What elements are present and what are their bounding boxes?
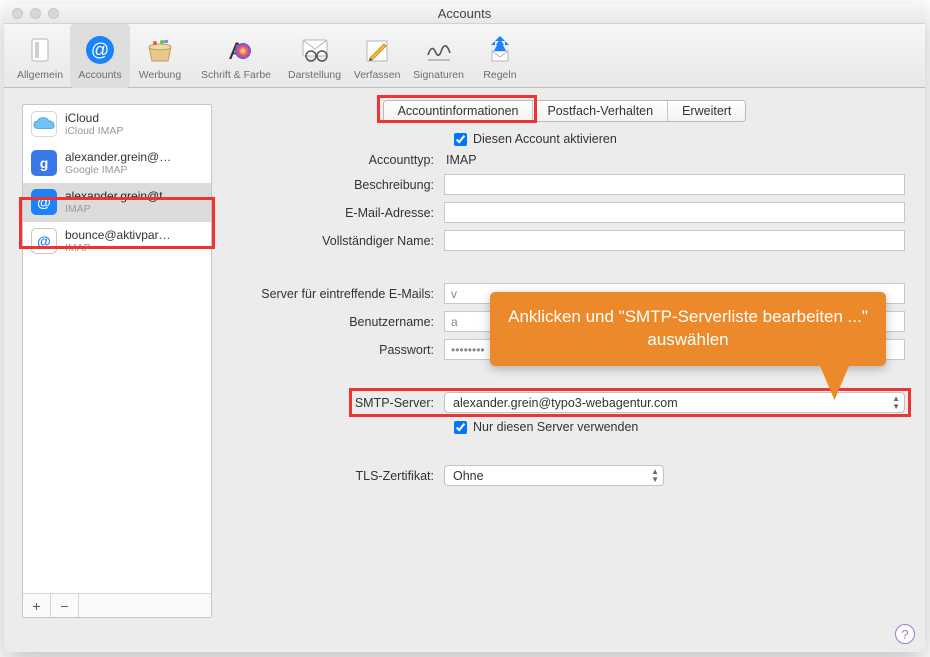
username-label: Benutzername:: [224, 315, 444, 329]
account-item-google[interactable]: g alexander.grein@…Google IMAP: [23, 144, 211, 183]
toolbar-accounts[interactable]: @ Accounts: [70, 24, 130, 88]
at-icon: @: [31, 189, 57, 215]
window-controls: [12, 8, 59, 19]
tab-postfach[interactable]: Postfach-Verhalten: [533, 101, 668, 121]
account-item-typo3[interactable]: @ alexander.grein@t…IMAP: [23, 183, 211, 222]
toolbar-label: Werbung: [139, 69, 181, 81]
annotation-callout: Anklicken und "SMTP-Serverliste bearbeit…: [490, 292, 886, 366]
toolbar-label: Signaturen: [413, 69, 464, 81]
description-input[interactable]: [444, 174, 905, 195]
toolbar-label: Schrift & Farbe: [201, 69, 271, 81]
toolbar-signaturen[interactable]: Signaturen: [407, 24, 470, 88]
accounts-sidebar: iCloudiCloud IMAP g alexander.grein@…Goo…: [22, 104, 212, 618]
description-label: Beschreibung:: [224, 178, 444, 192]
zoom-button[interactable]: [48, 8, 59, 19]
remove-account-button[interactable]: −: [51, 594, 79, 617]
smtp-server-label: SMTP-Server:: [224, 396, 444, 410]
toolbar-label: Regeln: [483, 69, 516, 81]
only-this-server-checkbox[interactable]: [454, 421, 467, 434]
activate-account-checkbox[interactable]: [454, 133, 467, 146]
rules-icon: [483, 33, 517, 67]
accounttype-label: Accounttyp:: [224, 153, 444, 167]
email-label: E-Mail-Adresse:: [224, 206, 444, 220]
tls-cert-select[interactable]: Ohne ▲▼: [444, 465, 664, 486]
fullname-input[interactable]: [444, 230, 905, 251]
viewing-icon: [298, 33, 332, 67]
account-name: iCloud: [65, 111, 123, 125]
accounttype-value: IMAP: [444, 153, 905, 167]
add-account-button[interactable]: +: [23, 594, 51, 617]
toolbar-label: Verfassen: [354, 69, 401, 81]
general-icon: [23, 33, 57, 67]
close-button[interactable]: [12, 8, 23, 19]
toolbar-werbung[interactable]: Werbung: [130, 24, 190, 88]
only-this-server-label: Nur diesen Server verwenden: [473, 420, 638, 434]
tab-erweitert[interactable]: Erweitert: [668, 101, 745, 121]
icloud-icon: [31, 111, 57, 137]
toolbar-label: Darstellung: [288, 69, 341, 81]
preferences-toolbar: Allgemein @ Accounts Werbung A Schrift &…: [4, 24, 925, 88]
toolbar-schrift[interactable]: A Schrift & Farbe: [190, 24, 282, 88]
tls-cert-label: TLS-Zertifikat:: [224, 469, 444, 483]
account-sub: Google IMAP: [65, 164, 171, 177]
tab-accountinfo[interactable]: Accountinformationen: [384, 101, 534, 121]
account-sub: iCloud IMAP: [65, 125, 123, 138]
chevron-updown-icon: ▲▼: [651, 468, 659, 484]
window-title: Accounts: [4, 4, 925, 24]
callout-text: Anklicken und "SMTP-Serverliste bearbeit…: [508, 307, 868, 349]
fullname-label: Vollständiger Name:: [224, 234, 444, 248]
help-button[interactable]: ?: [895, 624, 915, 644]
tls-cert-value: Ohne: [453, 469, 484, 483]
fonts-icon: A: [219, 33, 253, 67]
account-name: alexander.grein@t…: [65, 189, 175, 203]
sidebar-footer: + −: [23, 593, 211, 617]
account-details-pane: Accountinformationen Postfach-Verhalten …: [212, 88, 925, 652]
google-icon: g: [31, 150, 57, 176]
help-icon: ?: [901, 627, 908, 642]
toolbar-label: Accounts: [78, 69, 121, 81]
email-input[interactable]: [444, 202, 905, 223]
details-tabs: Accountinformationen Postfach-Verhalten …: [224, 100, 905, 122]
toolbar-allgemein[interactable]: Allgemein: [10, 24, 70, 88]
account-item-icloud[interactable]: iCloudiCloud IMAP: [23, 105, 211, 144]
toolbar-darstellung[interactable]: Darstellung: [282, 24, 347, 88]
toolbar-verfassen[interactable]: Verfassen: [347, 24, 407, 88]
compose-icon: [360, 33, 394, 67]
at-icon: @: [83, 33, 117, 67]
signatures-icon: [422, 33, 456, 67]
activate-account-label: Diesen Account aktivieren: [473, 132, 617, 146]
preferences-window: Accounts Allgemein @ Accounts Werbung A …: [4, 4, 925, 652]
at-icon: @: [31, 228, 57, 254]
toolbar-label: Allgemein: [17, 69, 63, 81]
password-label: Passwort:: [224, 343, 444, 357]
minimize-button[interactable]: [30, 8, 41, 19]
incoming-server-label: Server für eintreffende E-Mails:: [224, 287, 444, 301]
smtp-server-value: alexander.grein@typo3-webagentur.com: [453, 396, 678, 410]
account-name: bounce@aktivpar…: [65, 228, 171, 242]
chevron-updown-icon: ▲▼: [892, 395, 900, 411]
account-sub: IMAP: [65, 203, 175, 216]
toolbar-regeln[interactable]: Regeln: [470, 24, 530, 88]
account-name: alexander.grein@…: [65, 150, 171, 164]
junk-icon: [143, 33, 177, 67]
svg-text:@: @: [91, 40, 109, 60]
titlebar: Accounts: [4, 4, 925, 24]
account-sub: IMAP: [65, 242, 171, 255]
account-item-bounce[interactable]: @ bounce@aktivpar…IMAP: [23, 222, 211, 261]
